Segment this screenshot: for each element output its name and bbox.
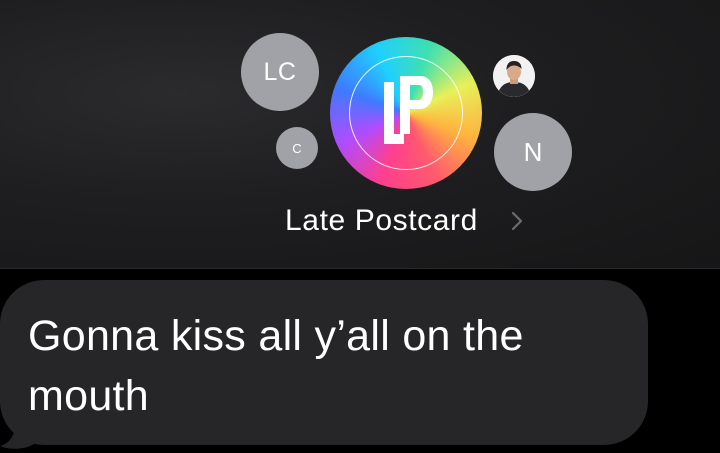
member-initials: LC (263, 57, 297, 86)
message-text: Gonna kiss all y’all on the mouth (28, 312, 524, 420)
incoming-message-bubble[interactable]: Gonna kiss all y’all on the mouth (0, 280, 648, 445)
member-avatar-photo (493, 55, 535, 97)
late-postcard-logo-icon (384, 76, 433, 144)
chevron-right-icon[interactable] (510, 210, 524, 232)
member-initials: C (292, 140, 302, 156)
member-avatar-n: N (494, 113, 572, 191)
member-avatar-lc: LC (241, 33, 319, 111)
conversation-header[interactable]: LC C N Late Postcard (0, 0, 720, 268)
messages-screen: LC C N Late Postcard Gonna kiss all y’al… (0, 0, 720, 453)
member-initials: N (523, 136, 543, 167)
person-photo-icon (493, 55, 535, 97)
member-avatar-c: C (276, 127, 318, 169)
group-name[interactable]: Late Postcard (285, 203, 478, 239)
